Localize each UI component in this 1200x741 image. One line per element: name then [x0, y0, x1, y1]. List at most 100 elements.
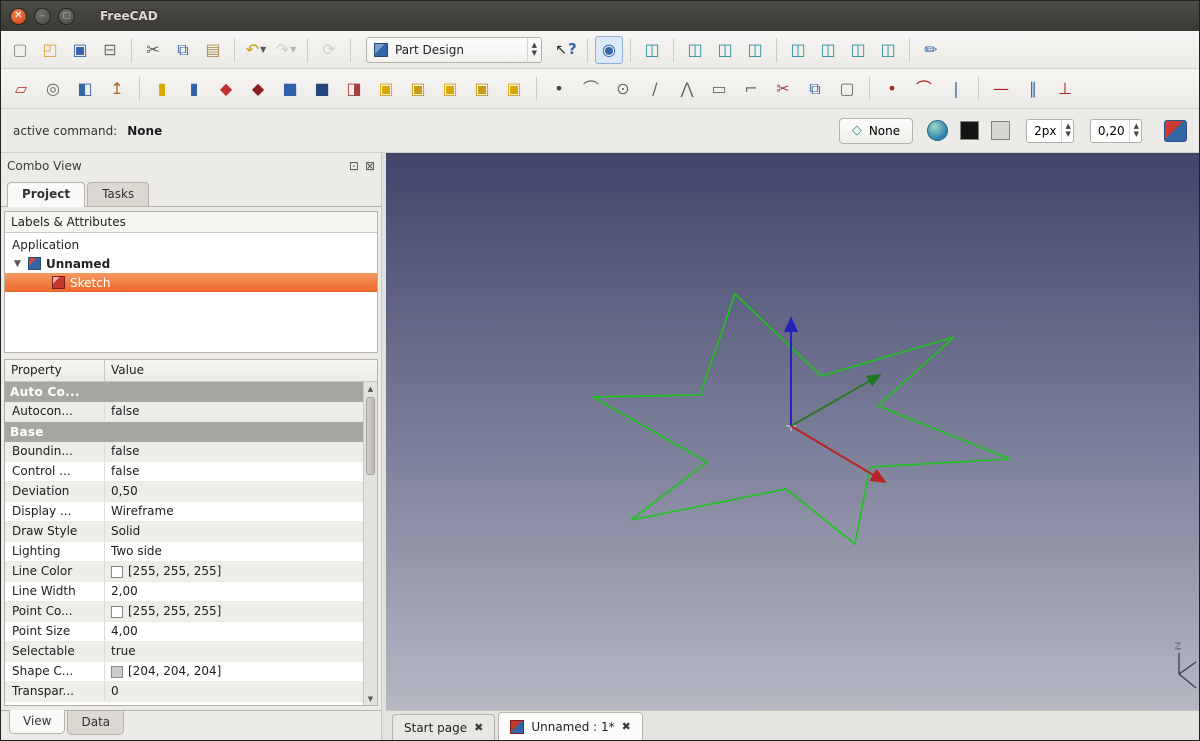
linear-pattern-button[interactable]: ▣ — [403, 74, 433, 104]
property-row[interactable]: Lighting Two side — [5, 542, 363, 562]
property-value[interactable]: Two side — [105, 542, 363, 561]
external-geometry-button[interactable]: ⧉ — [800, 74, 830, 104]
close-tab-icon[interactable]: ✖ — [474, 721, 483, 734]
undo-button[interactable]: ↶ ▼ — [242, 36, 270, 64]
property-row[interactable]: Shape C... [204, 204, 204] — [5, 662, 363, 682]
property-value[interactable]: Wireframe — [105, 502, 363, 521]
view-rear-button[interactable]: ◫ — [784, 36, 812, 64]
new-sketch-button[interactable]: ▱ — [6, 74, 36, 104]
multitransform-button[interactable]: ▣ — [499, 74, 529, 104]
line-color-swatch[interactable] — [960, 121, 980, 140]
draft-button[interactable]: ◨ — [339, 74, 369, 104]
scroll-up-icon[interactable]: ▲ — [368, 382, 373, 395]
view-left-button[interactable]: ◫ — [844, 36, 872, 64]
autogroup-button[interactable]: ◇ None — [838, 117, 914, 144]
cut-button[interactable]: ✂ — [139, 36, 167, 64]
polar-pattern-button[interactable]: ▣ — [435, 74, 465, 104]
property-group-header[interactable]: Base — [5, 422, 363, 442]
chamfer-button[interactable]: ■ — [307, 74, 337, 104]
style-sphere-icon[interactable] — [927, 120, 949, 141]
tab-project[interactable]: Project — [7, 182, 86, 207]
pad-button[interactable]: ▮ — [147, 74, 177, 104]
expand-caret-icon[interactable]: ▼ — [14, 259, 23, 269]
view-top-button[interactable]: ◫ — [711, 36, 739, 64]
create-point-button[interactable]: • — [544, 74, 574, 104]
text-scale-spinner[interactable]: 0,20 ▲ ▼ — [1089, 118, 1142, 143]
refresh-button[interactable]: ⟳ — [315, 36, 343, 64]
tab-start-page[interactable]: Start page ✖ — [392, 714, 496, 740]
float-panel-icon[interactable]: ⊡ — [349, 159, 359, 173]
property-row[interactable]: Control ... false — [5, 462, 363, 482]
create-fillet-button[interactable]: ⌐ — [736, 74, 766, 104]
property-value[interactable]: 4,00 — [105, 622, 363, 641]
workbench-selector[interactable]: Part Design ▲ ▼ — [366, 36, 542, 63]
open-document-button[interactable]: ◰ — [36, 36, 64, 64]
scrollbar-thumb[interactable] — [366, 397, 375, 475]
property-row[interactable]: Boundin... false — [5, 442, 363, 462]
close-panel-icon[interactable]: ⊠ — [365, 159, 375, 173]
map-sketch-button[interactable]: ◧ — [70, 74, 100, 104]
tree-item-sketch[interactable]: Sketch — [5, 273, 377, 292]
property-value[interactable]: false — [105, 402, 363, 421]
view-front-button[interactable]: ◫ — [681, 36, 709, 64]
undo-dropdown-icon[interactable]: ▼ — [260, 45, 266, 54]
constrain-point-on-object-button[interactable]: ⌒ — [909, 74, 939, 104]
property-row[interactable]: Draw Style Solid — [5, 522, 363, 542]
create-polyline-button[interactable]: ⋀ — [672, 74, 702, 104]
line-width-spinner-icons[interactable]: ▲ ▼ — [1060, 119, 1071, 142]
create-arc-button[interactable]: ⌒ — [576, 74, 606, 104]
constrain-horizontal-button[interactable]: — — [986, 74, 1016, 104]
scroll-down-icon[interactable]: ▼ — [368, 692, 373, 705]
toggle-construction-button[interactable]: | — [941, 74, 971, 104]
mirrored-button[interactable]: ▣ — [371, 74, 401, 104]
workbench-spinner-icons[interactable]: ▲ ▼ — [526, 37, 537, 62]
tree-body[interactable]: Application ▼ Unnamed Sketch — [5, 233, 377, 352]
scrollbar-track[interactable] — [364, 395, 377, 692]
window-maximize-button[interactable]: ▢ — [58, 7, 75, 25]
property-value[interactable]: 0,50 — [105, 482, 363, 501]
property-value[interactable]: false — [105, 462, 363, 481]
view-right-button[interactable]: ◫ — [741, 36, 769, 64]
property-value[interactable]: false — [105, 442, 363, 461]
window-close-button[interactable]: ✕ — [10, 7, 27, 25]
text-scale-spinner-icons[interactable]: ▲ ▼ — [1128, 119, 1139, 142]
property-row[interactable]: Line Color [255, 255, 255] — [5, 562, 363, 582]
titlebar[interactable]: ✕ – ▢ FreeCAD — [1, 1, 1199, 31]
view-isometric-button[interactable]: ◫ — [638, 36, 666, 64]
property-row[interactable]: Point Size 4,00 — [5, 622, 363, 642]
print-document-button[interactable]: ⊟ — [96, 36, 124, 64]
create-line-button[interactable]: / — [640, 74, 670, 104]
property-row[interactable]: Selectable true — [5, 642, 363, 662]
window-minimize-button[interactable]: – — [34, 7, 51, 25]
3d-viewport[interactable]: Z Y X — [386, 153, 1199, 710]
close-tab-icon[interactable]: ✖ — [622, 720, 631, 733]
property-group-header[interactable]: Auto Co... — [5, 382, 363, 402]
property-scrollbar[interactable]: ▲ ▼ — [363, 382, 377, 705]
property-row[interactable]: Transpar... 0 — [5, 682, 363, 702]
constrain-perpendicular-button[interactable]: ⊥ — [1050, 74, 1080, 104]
view-axonometric-button[interactable]: ◫ — [874, 36, 902, 64]
create-circle-button[interactable]: ⊙ — [608, 74, 638, 104]
redo-button[interactable]: ↷ ▼ — [272, 36, 300, 64]
trim-edge-button[interactable]: ✂ — [768, 74, 798, 104]
scaled-button[interactable]: ▣ — [467, 74, 497, 104]
property-value[interactable]: 2,00 — [105, 582, 363, 601]
groove-button[interactable]: ◆ — [243, 74, 273, 104]
property-row[interactable]: Point Co... [255, 255, 255] — [5, 602, 363, 622]
fillet-button[interactable]: ■ — [275, 74, 305, 104]
fit-all-button[interactable]: ◉ — [595, 35, 623, 64]
property-row[interactable]: Line Width 2,00 — [5, 582, 363, 602]
property-value[interactable]: 0 — [105, 682, 363, 701]
measure-distance-button[interactable]: ✏ — [917, 36, 945, 64]
property-value[interactable]: Solid — [105, 522, 363, 541]
paste-button[interactable]: ▤ — [199, 36, 227, 64]
tree-item-document[interactable]: ▼ Unnamed — [5, 254, 377, 273]
property-row[interactable]: Autocon... false — [5, 402, 363, 422]
constrain-parallel-button[interactable]: ∥ — [1018, 74, 1048, 104]
tab-tasks[interactable]: Tasks — [87, 182, 150, 206]
tab-view[interactable]: View — [9, 710, 66, 734]
property-value[interactable]: [255, 255, 255] — [105, 562, 363, 581]
tab-unnamed-document[interactable]: Unnamed : 1* ✖ — [498, 712, 643, 740]
revolution-button[interactable]: ◆ — [211, 74, 241, 104]
tree-item-application[interactable]: Application — [5, 235, 377, 254]
